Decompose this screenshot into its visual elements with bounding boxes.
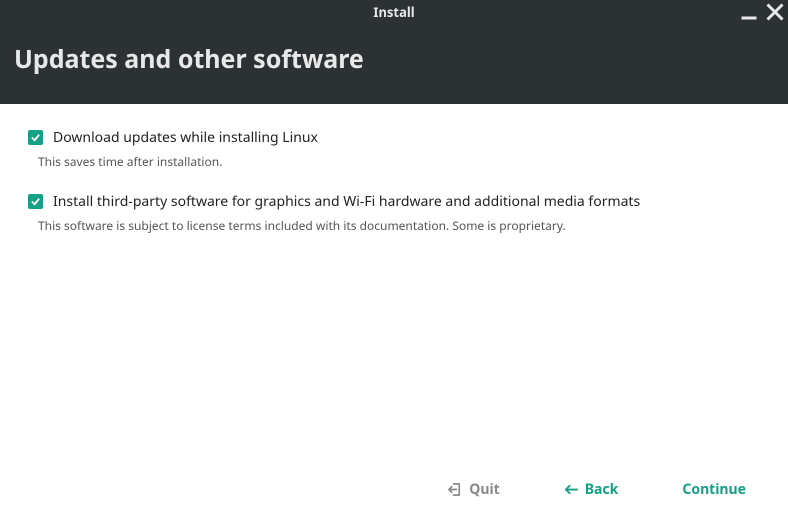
check-icon [30,196,41,207]
check-icon [30,132,41,143]
option-description: This software is subject to license term… [38,217,760,234]
checkbox-third-party[interactable] [28,194,43,209]
minimize-icon[interactable] [740,3,758,21]
page-header: Updates and other software [0,24,788,104]
close-icon[interactable] [766,3,784,21]
main-content: Download updates while installing Linux … [0,104,788,280]
option-description: This saves time after installation. [38,153,760,170]
option-download-updates: Download updates while installing Linux … [28,128,760,170]
continue-label: Continue [682,480,746,499]
back-button[interactable]: Back [564,480,619,499]
option-third-party: Install third-party software for graphic… [28,192,760,234]
titlebar: Install [0,0,788,24]
quit-label: Quit [469,480,499,499]
footer-buttons: Quit Back Continue [0,452,788,527]
option-label[interactable]: Install third-party software for graphic… [53,192,640,211]
quit-icon [448,482,463,497]
window-controls [740,0,784,24]
window-title: Install [373,3,414,21]
option-row: Install third-party software for graphic… [28,192,760,211]
page-title: Updates and other software [14,42,774,76]
option-row: Download updates while installing Linux [28,128,760,147]
back-label: Back [585,480,619,499]
checkbox-download-updates[interactable] [28,130,43,145]
option-label[interactable]: Download updates while installing Linux [53,128,318,147]
quit-button[interactable]: Quit [448,480,499,499]
arrow-left-icon [564,482,579,497]
continue-button[interactable]: Continue [682,480,746,499]
